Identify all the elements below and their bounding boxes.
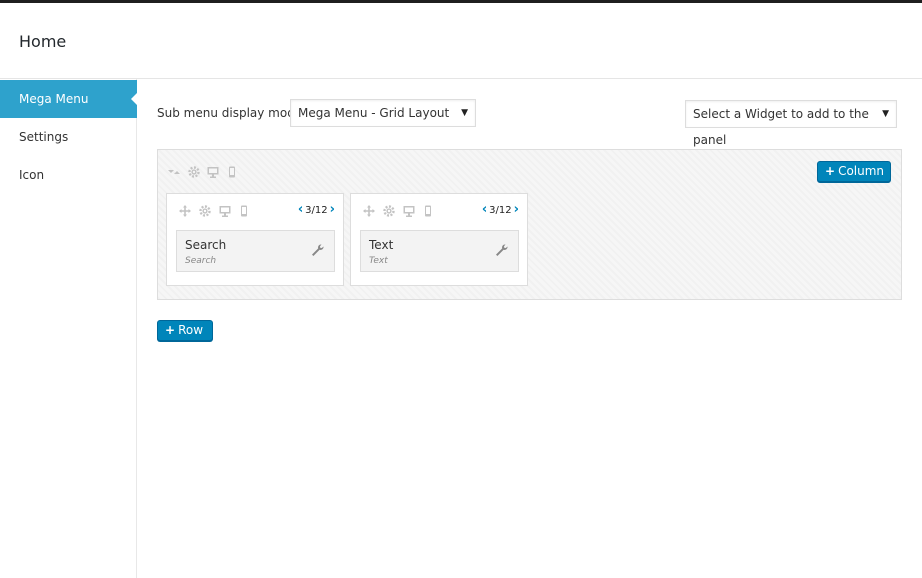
widget-select-value: Select a Widget to add to the panel — [693, 107, 869, 147]
add-column-label: Column — [838, 164, 885, 178]
collapse-icon[interactable] — [167, 165, 181, 179]
sidebar-item-settings[interactable]: Settings — [0, 118, 137, 156]
menu-row: + Column ‹ 3/12 › Search Search ‹ 3/12 ›… — [157, 149, 902, 300]
display-mode-select[interactable]: Mega Menu - Grid Layout ▼ — [290, 99, 476, 127]
mobile-icon[interactable] — [237, 204, 251, 218]
chevron-right-icon[interactable]: › — [514, 202, 519, 217]
sidebar-item-label: Mega Menu — [19, 92, 89, 106]
menu-column: ‹ 3/12 › Text Text — [350, 193, 528, 286]
sidebar-item-icon[interactable]: Icon — [0, 156, 137, 194]
column-size-control: ‹ 3/12 › — [482, 203, 519, 217]
mobile-icon[interactable] — [421, 204, 435, 218]
move-icon[interactable] — [362, 204, 376, 218]
caret-down-icon: ▼ — [461, 108, 468, 118]
plus-icon: + — [165, 323, 176, 337]
column-size-control: ‹ 3/12 › — [298, 203, 335, 217]
mobile-icon[interactable] — [225, 165, 239, 179]
display-mode-value: Mega Menu - Grid Layout — [298, 106, 450, 120]
chevron-left-icon[interactable]: ‹ — [298, 202, 303, 217]
sidebar: Mega Menu Settings Icon — [0, 79, 138, 578]
add-column-button[interactable]: + Column — [817, 161, 891, 182]
main-panel: Sub menu display mode Mega Menu - Grid L… — [137, 79, 922, 578]
column-size: 3/12 — [305, 205, 328, 216]
gear-icon[interactable] — [198, 204, 212, 218]
desktop-icon[interactable] — [402, 204, 416, 218]
wrench-icon[interactable] — [310, 243, 324, 257]
desktop-icon[interactable] — [218, 204, 232, 218]
wrench-icon[interactable] — [494, 243, 508, 257]
widget-title: Text — [369, 238, 394, 252]
widget-card-text[interactable]: Text Text — [360, 230, 519, 272]
caret-down-icon: ▼ — [882, 109, 889, 119]
widget-select[interactable]: Select a Widget to add to the panel ▼ — [685, 100, 897, 147]
header: Home — [0, 3, 922, 79]
move-icon[interactable] — [178, 204, 192, 218]
add-row-button[interactable]: + Row — [157, 320, 213, 341]
sidebar-item-label: Icon — [19, 168, 45, 182]
sidebar-item-mega-menu[interactable]: Mega Menu — [0, 80, 138, 118]
widget-title: Search — [185, 238, 227, 252]
desktop-icon[interactable] — [206, 165, 220, 179]
add-row-label: Row — [178, 323, 204, 337]
chevron-left-icon[interactable]: ‹ — [482, 202, 487, 217]
menu-column: ‹ 3/12 › Search Search — [166, 193, 344, 286]
chevron-right-icon[interactable]: › — [330, 202, 335, 217]
widget-subtitle: Search — [185, 256, 217, 266]
widget-subtitle: Text — [369, 256, 388, 266]
column-size: 3/12 — [489, 205, 512, 216]
gear-icon[interactable] — [187, 165, 201, 179]
widget-card-search[interactable]: Search Search — [176, 230, 335, 272]
display-mode-label: Sub menu display mode — [157, 106, 303, 120]
page-title: Home — [19, 32, 67, 51]
gear-icon[interactable] — [382, 204, 396, 218]
plus-icon: + — [825, 164, 836, 178]
sidebar-item-label: Settings — [19, 130, 69, 144]
